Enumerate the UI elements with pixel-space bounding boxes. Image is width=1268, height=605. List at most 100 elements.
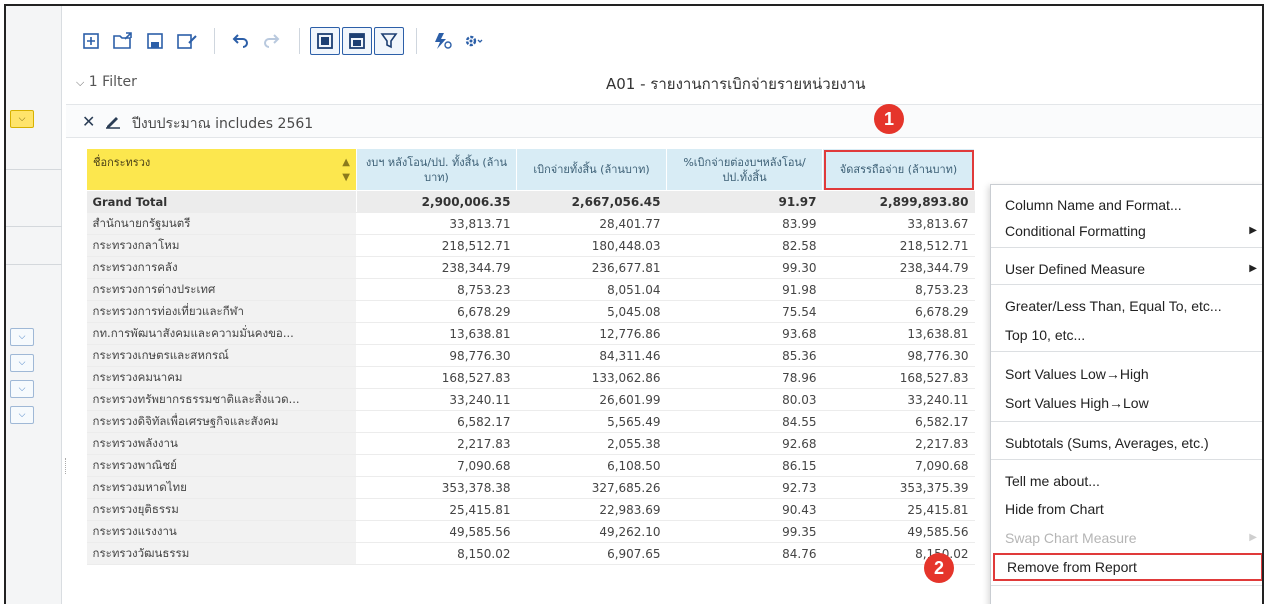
table-cell[interactable]: 26,601.99 (516, 388, 667, 411)
menu-item-conditional-formatting[interactable]: Conditional Formatting ▶ (991, 217, 1262, 245)
row-label[interactable]: Grand Total (86, 190, 357, 213)
table-cell[interactable]: 5,045.08 (516, 300, 667, 323)
row-label[interactable]: กระทรวงยุติธรรม (86, 498, 357, 521)
table-cell[interactable]: 5,565.49 (516, 410, 667, 433)
undo-icon[interactable] (225, 27, 255, 55)
menu-item-sort-values-high-low[interactable]: Sort Values High→Low (991, 389, 1262, 417)
table-cell[interactable]: 168,527.83 (822, 366, 975, 389)
row-label[interactable]: กระทรวงวัฒนธรรม (86, 542, 357, 565)
table-cell[interactable]: 218,512.71 (356, 234, 517, 257)
row-label[interactable]: กระทรวงดิจิทัลเพื่อเศรษฐกิจและสังคม (86, 410, 357, 433)
filter-icon[interactable] (374, 27, 404, 55)
menu-item-greater-less-than-equal-to-etc[interactable]: Greater/Less Than, Equal To, etc... (991, 292, 1262, 320)
table-cell[interactable]: 80.03 (666, 388, 823, 411)
table-layout-icon[interactable] (342, 27, 372, 55)
row-label[interactable]: กระทรวงเกษตรและสหกรณ์ (86, 344, 357, 367)
table-cell[interactable]: 49,585.56 (822, 520, 975, 543)
table-cell[interactable]: 99.30 (666, 256, 823, 279)
table-cell[interactable]: 353,378.38 (356, 476, 517, 499)
table-cell[interactable]: 12,776.86 (516, 322, 667, 345)
chevron-down-icon[interactable]: ⌵ (10, 110, 34, 128)
table-cell[interactable]: 28,401.77 (516, 212, 667, 235)
row-label[interactable]: กท.การพัฒนาสังคมและความมั่นคงขอ... (86, 322, 357, 345)
table-cell[interactable]: 49,585.56 (356, 520, 517, 543)
save-icon[interactable] (140, 27, 170, 55)
grand-total-row[interactable]: Grand Total 2,900,006.35 2,667,056.45 91.97… (86, 190, 975, 213)
table-cell[interactable]: 98,776.30 (356, 344, 517, 367)
redo-icon[interactable] (257, 27, 287, 55)
table-cell[interactable]: 91.98 (666, 278, 823, 301)
table-row[interactable]: กระทรวงมหาดไทย 353,378.38 327,685.26 92.73 3… (86, 476, 975, 499)
sort-icon[interactable]: ▲ ▼ (342, 155, 350, 185)
row-label[interactable]: กระทรวงการต่างประเทศ (86, 278, 357, 301)
row-label[interactable]: กระทรวงการท่องเที่ยวและกีฬา (86, 300, 357, 323)
table-row[interactable]: กระทรวงการต่างประเทศ 8,753.23 8,051.04 91.9… (86, 278, 975, 301)
table-cell[interactable]: 6,907.65 (516, 542, 667, 565)
pencil-icon[interactable] (104, 113, 122, 133)
panel-resize-handle[interactable] (65, 458, 67, 474)
menu-item-subtotals-sums-averages-etc[interactable]: Subtotals (Sums, Averages, etc.) (991, 429, 1262, 457)
table-cell[interactable]: 6,582.17 (822, 410, 975, 433)
table-cell[interactable]: 90.43 (666, 498, 823, 521)
chevron-down-icon[interactable]: ⌵ (10, 406, 34, 424)
menu-item-sort-values-low-high[interactable]: Sort Values Low→High (991, 360, 1262, 388)
menu-item-tell-me-about[interactable]: Tell me about... (991, 467, 1262, 495)
table-cell[interactable]: 33,813.67 (822, 212, 975, 235)
table-cell[interactable]: 133,062.86 (516, 366, 667, 389)
table-row[interactable]: กระทรวงการคลัง 238,344.79 236,677.81 99.30 2… (86, 256, 975, 279)
row-label[interactable]: กระทรวงพาณิชย์ (86, 454, 357, 477)
table-cell[interactable]: 49,262.10 (516, 520, 667, 543)
table-cell[interactable]: 82.58 (666, 234, 823, 257)
table-cell[interactable]: 2,899,893.80 (822, 190, 975, 213)
table-cell[interactable]: 327,685.26 (516, 476, 667, 499)
menu-item-hide-from-chart[interactable]: Hide from Chart (991, 495, 1262, 523)
table-row[interactable]: กระทรวงยุติธรรม 25,415.81 22,983.69 90.43 25… (86, 498, 975, 521)
row-label[interactable]: กระทรวงกลาโหม (86, 234, 357, 257)
column-header-budget[interactable]: งบฯ หลังโอน/ปป. ทั้งสิ้น (ล้านบาท) (356, 148, 517, 191)
table-row[interactable]: กท.การพัฒนาสังคมและความมั่นคงขอ... 13,638… (86, 322, 975, 345)
table-cell[interactable]: 25,415.81 (356, 498, 517, 521)
row-label[interactable]: กระทรวงทรัพยากรธรรมชาติและสิ่งแวด... (86, 388, 357, 411)
table-cell[interactable]: 99.35 (666, 520, 823, 543)
table-cell[interactable]: 8,051.04 (516, 278, 667, 301)
column-header-ministry[interactable]: ชื่อกระทรวง ▲ ▼ (86, 148, 357, 191)
table-row[interactable]: กระทรวงเกษตรและสหกรณ์ 98,776.30 84,311.46 8… (86, 344, 975, 367)
table-cell[interactable]: 84.55 (666, 410, 823, 433)
chevron-down-icon[interactable]: ⌵ (10, 380, 34, 398)
table-cell[interactable]: 92.73 (666, 476, 823, 499)
chevron-down-icon[interactable]: ⌵ (10, 328, 34, 346)
table-row[interactable]: กระทรวงการท่องเที่ยวและกีฬา 6,678.29 5,045… (86, 300, 975, 323)
table-cell[interactable]: 33,240.11 (356, 388, 517, 411)
table-cell[interactable]: 8,150.02 (356, 542, 517, 565)
row-label[interactable]: กระทรวงมหาดไทย (86, 476, 357, 499)
open-icon[interactable] (108, 27, 138, 55)
menu-item-top-10-etc[interactable]: Top 10, etc... (991, 321, 1262, 349)
table-row[interactable]: กระทรวงทรัพยากรธรรมชาติและสิ่งแวด... 33,2… (86, 388, 975, 411)
table-cell[interactable]: 25,415.81 (822, 498, 975, 521)
table-cell[interactable]: 2,055.38 (516, 432, 667, 455)
column-header-allocated[interactable]: จัดสรรถือจ่าย (ล้านบาท) (822, 148, 975, 191)
menu-item-column-name-and-format[interactable]: Column Name and Format... (991, 191, 1262, 219)
row-label[interactable]: กระทรวงพลังงาน (86, 432, 357, 455)
table-cell[interactable]: 86.15 (666, 454, 823, 477)
table-cell[interactable]: 78.96 (666, 366, 823, 389)
row-label[interactable]: กระทรวงคมนาคม (86, 366, 357, 389)
table-cell[interactable]: 75.54 (666, 300, 823, 323)
table-view-icon[interactable] (310, 27, 340, 55)
table-cell[interactable]: 85.36 (666, 344, 823, 367)
table-row[interactable]: สำนักนายกรัฐมนตรี 33,813.71 28,401.77 83.99… (86, 212, 975, 235)
table-row[interactable]: กระทรวงพลังงาน 2,217.83 2,055.38 92.68 2,217… (86, 432, 975, 455)
table-row[interactable]: กระทรวงวัฒนธรรม8,150.026,907.6584.768,15… (86, 542, 975, 565)
table-cell[interactable]: 84,311.46 (516, 344, 667, 367)
table-cell[interactable]: 8,753.23 (822, 278, 975, 301)
table-cell[interactable]: 22,983.69 (516, 498, 667, 521)
refresh-icon[interactable] (427, 27, 457, 55)
table-cell[interactable]: 2,900,006.35 (356, 190, 517, 213)
settings-icon[interactable] (459, 27, 489, 55)
table-cell[interactable]: 168,527.83 (356, 366, 517, 389)
table-row[interactable]: กระทรวงดิจิทัลเพื่อเศรษฐกิจและสังคม 6,582… (86, 410, 975, 433)
column-header-disbursed[interactable]: เบิกจ่ายทั้งสิ้น (ล้านบาท) (516, 148, 667, 191)
menu-item-user-defined-measure[interactable]: User Defined Measure ▶ (991, 255, 1262, 283)
table-cell[interactable]: 180,448.03 (516, 234, 667, 257)
table-cell[interactable]: 92.68 (666, 432, 823, 455)
